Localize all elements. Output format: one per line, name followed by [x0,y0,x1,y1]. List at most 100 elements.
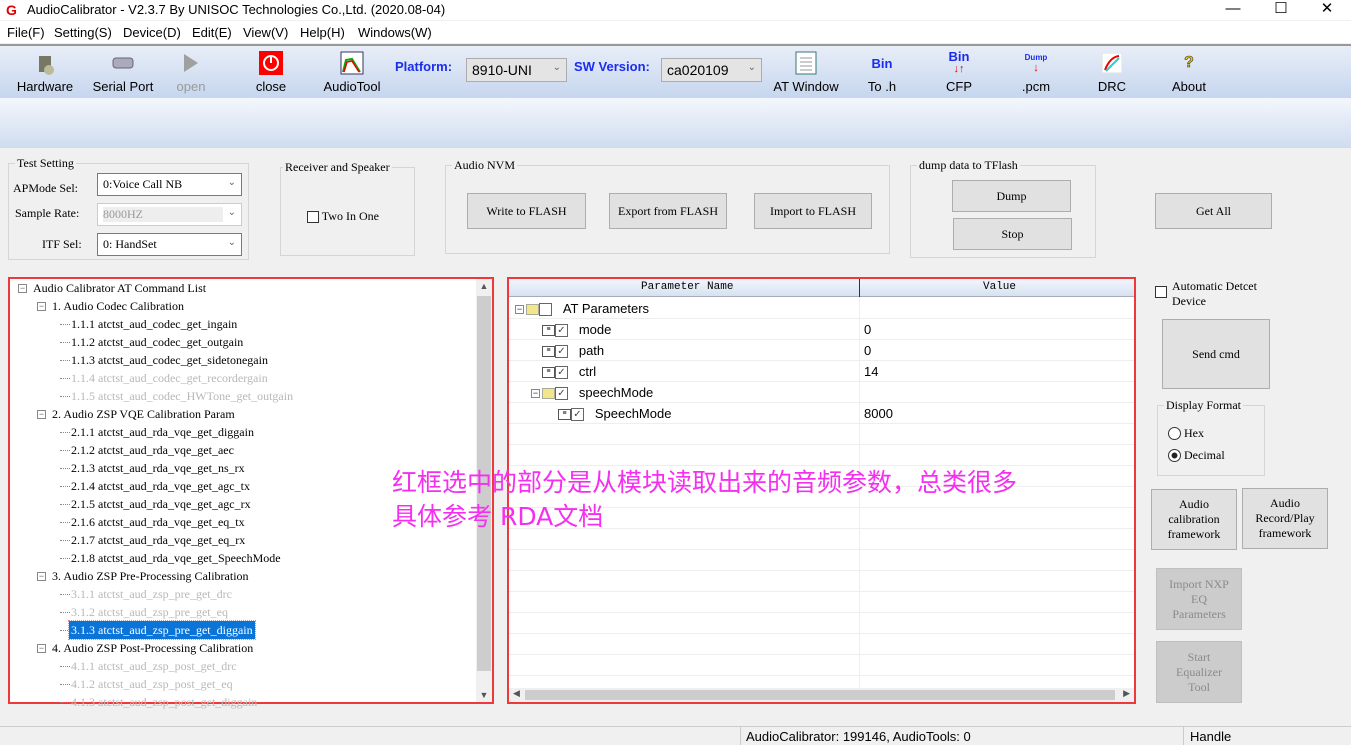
start-equalizer-tool-button[interactable]: Start Equalizer Tool [1156,641,1242,703]
tree-group[interactable]: 4. Audio ZSP Post-Processing Calibration [52,639,253,657]
tree-item[interactable]: 2.1.8 atctst_aud_rda_vqe_get_SpeechMode [71,549,281,567]
collapse-icon[interactable]: − [37,572,46,581]
about-button[interactable]: ? About [1166,50,1212,94]
tree-item[interactable]: 2.1.4 atctst_aud_rda_vqe_get_agc_tx [71,477,250,495]
minimize-button[interactable]: — [1210,0,1256,20]
hardware-button[interactable]: Hardware [12,50,78,94]
scroll-left-icon[interactable]: ◀ [513,688,520,699]
tree-item[interactable]: 1.1.4 atctst_aud_codec_get_recordergain [71,369,268,387]
menu-setting[interactable]: Setting(S) [54,25,112,40]
itf-select[interactable]: 0: HandSet ⌄ [97,233,242,256]
apmode-select[interactable]: 0:Voice Call NB ⌄ [97,173,242,196]
tree-item[interactable]: 4.1.3 atctst_aud_zsp_post_get_diggain [71,693,257,711]
grid-row[interactable]: ≡ ✓ mode 0 [509,319,1134,340]
tree-item[interactable]: 1.1.5 atctst_aud_codec_HWTone_get_outgai… [71,387,293,405]
parameter-value[interactable]: 0 [864,319,871,340]
tree-item[interactable]: 1.1.3 atctst_aud_codec_get_sidetonegain [71,351,268,369]
audio-calibration-framework-button[interactable]: Audio calibration framework [1151,489,1237,550]
tree-item[interactable]: 2.1.5 atctst_aud_rda_vqe_get_agc_rx [71,495,251,513]
scroll-right-icon[interactable]: ▶ [1123,688,1130,699]
grid-row[interactable]: ≡ ✓ SpeechMode 8000 [509,403,1134,424]
bin-to-h-button[interactable]: Bin To .h [858,50,906,95]
two-in-one-label: Two In One [321,209,379,223]
collapse-icon[interactable]: − [37,302,46,311]
collapse-icon[interactable]: − [37,644,46,653]
menu-help[interactable]: Help(H) [300,25,345,40]
menu-device[interactable]: Device(D) [123,25,181,40]
collapse-icon[interactable]: − [531,389,540,399]
parameter-value[interactable]: 14 [864,361,878,382]
checkbox-icon[interactable]: ✓ [555,345,568,359]
column-parameter-name[interactable]: Parameter Name [641,281,733,293]
auto-detect-checkbox[interactable]: Automatic Detcet Device [1155,279,1275,309]
tree-item[interactable]: 2.1.1 atctst_aud_rda_vqe_get_diggain [71,423,254,441]
two-in-one-checkbox[interactable]: Two In One [307,209,379,224]
import-to-flash-button[interactable]: Import to FLASH [754,193,872,229]
at-window-button[interactable]: AT Window [770,50,842,94]
tree-item[interactable]: 3.1.3 atctst_aud_zsp_pre_get_diggain [68,620,256,640]
tree-item[interactable]: 1.1.1 atctst_aud_codec_get_ingain [71,315,237,333]
close-button[interactable]: close [250,50,292,94]
tree-item[interactable]: 2.1.3 atctst_aud_rda_vqe_get_ns_rx [71,459,245,477]
tree-item[interactable]: 4.1.2 atctst_aud_zsp_post_get_eq [71,675,233,693]
checkbox-icon[interactable]: ✓ [571,408,584,422]
cfp-button[interactable]: Bin ↓↑ CFP [935,50,983,94]
checkbox-icon[interactable]: ✓ [555,387,568,401]
tree-group[interactable]: 1. Audio Codec Calibration [52,297,184,315]
dump-button[interactable]: Dump [952,180,1071,212]
annotation-line-1: 红框选中的部分是从模块读取出来的音频参数，总类很多 [392,468,1018,497]
tree-item[interactable]: 2.1.2 atctst_aud_rda_vqe_get_aec [71,441,234,459]
audiotool-button[interactable]: AudioTool [318,50,386,94]
grid-row[interactable]: − AT Parameters [509,298,1134,319]
open-button[interactable]: open [170,50,212,94]
sw-version-label: SW Version: [574,59,650,74]
sw-version-select[interactable]: ca020109 ⌄ [661,58,762,82]
close-window-button[interactable]: ✕ [1304,0,1350,20]
export-from-flash-button[interactable]: Export from FLASH [609,193,727,229]
stop-button[interactable]: Stop [953,218,1072,250]
checkbox-icon[interactable]: ✓ [555,324,568,338]
parameter-value[interactable]: 8000 [864,403,893,424]
serial-port-button[interactable]: Serial Port [88,50,158,94]
grid-hscrollbar[interactable]: ◀ ▶ [509,688,1134,702]
platform-select[interactable]: 8910-UNI ⌄ [466,58,567,82]
tree-item[interactable]: 1.1.2 atctst_aud_codec_get_outgain [71,333,243,351]
column-value[interactable]: Value [983,281,1016,293]
tree-item[interactable]: 2.1.6 atctst_aud_rda_vqe_get_eq_tx [71,513,245,531]
write-to-flash-button[interactable]: Write to FLASH [467,193,586,229]
grid-row[interactable]: ≡ ✓ path 0 [509,340,1134,361]
scroll-up-icon[interactable]: ▲ [476,281,492,291]
hex-radio[interactable]: Hex [1168,426,1204,441]
tree-item[interactable]: 2.1.7 atctst_aud_rda_vqe_get_eq_rx [71,531,245,549]
drc-button[interactable]: DRC [1090,50,1134,94]
menu-windows[interactable]: Windows(W) [358,25,432,40]
import-nxp-eq-button[interactable]: Import NXP EQ Parameters [1156,568,1242,630]
audiotool-label: AudioTool [323,79,381,94]
send-cmd-button[interactable]: Send cmd [1162,319,1270,389]
menu-file[interactable]: File(F) [7,25,45,40]
sample-rate-select[interactable]: 8000HZ ⌄ [97,203,242,226]
tree-root[interactable]: Audio Calibrator AT Command List [33,279,206,297]
scrollbar-thumb[interactable] [525,690,1115,700]
tree-item[interactable]: 3.1.2 atctst_aud_zsp_pre_get_eq [71,603,228,621]
tree-group[interactable]: 2. Audio ZSP VQE Calibration Param [52,405,235,423]
tree-group[interactable]: 3. Audio ZSP Pre-Processing Calibration [52,567,249,585]
decimal-radio[interactable]: Decimal [1168,448,1225,463]
audio-record-play-framework-button[interactable]: Audio Record/Play framework [1242,488,1328,549]
tree-item[interactable]: 4.1.1 atctst_aud_zsp_post_get_drc [71,657,237,675]
checkbox-icon[interactable]: ✓ [555,366,568,380]
get-all-button[interactable]: Get All [1155,193,1272,229]
collapse-icon[interactable]: − [18,284,27,293]
tree-item[interactable]: 3.1.1 atctst_aud_zsp_pre_get_drc [71,585,232,603]
maximize-button[interactable]: ☐ [1258,0,1304,20]
checkbox-icon[interactable] [539,303,552,317]
scroll-down-icon[interactable]: ▼ [476,690,492,700]
menu-edit[interactable]: Edit(E) [192,25,232,40]
grid-row[interactable]: ≡ ✓ ctrl 14 [509,361,1134,382]
collapse-icon[interactable]: − [515,305,524,315]
menu-view[interactable]: View(V) [243,25,288,40]
dump-pcm-button[interactable]: Dump ↓ .pcm [1012,50,1060,94]
grid-row[interactable]: − ✓ speechMode [509,382,1134,403]
parameter-value[interactable]: 0 [864,340,871,361]
collapse-icon[interactable]: − [37,410,46,419]
